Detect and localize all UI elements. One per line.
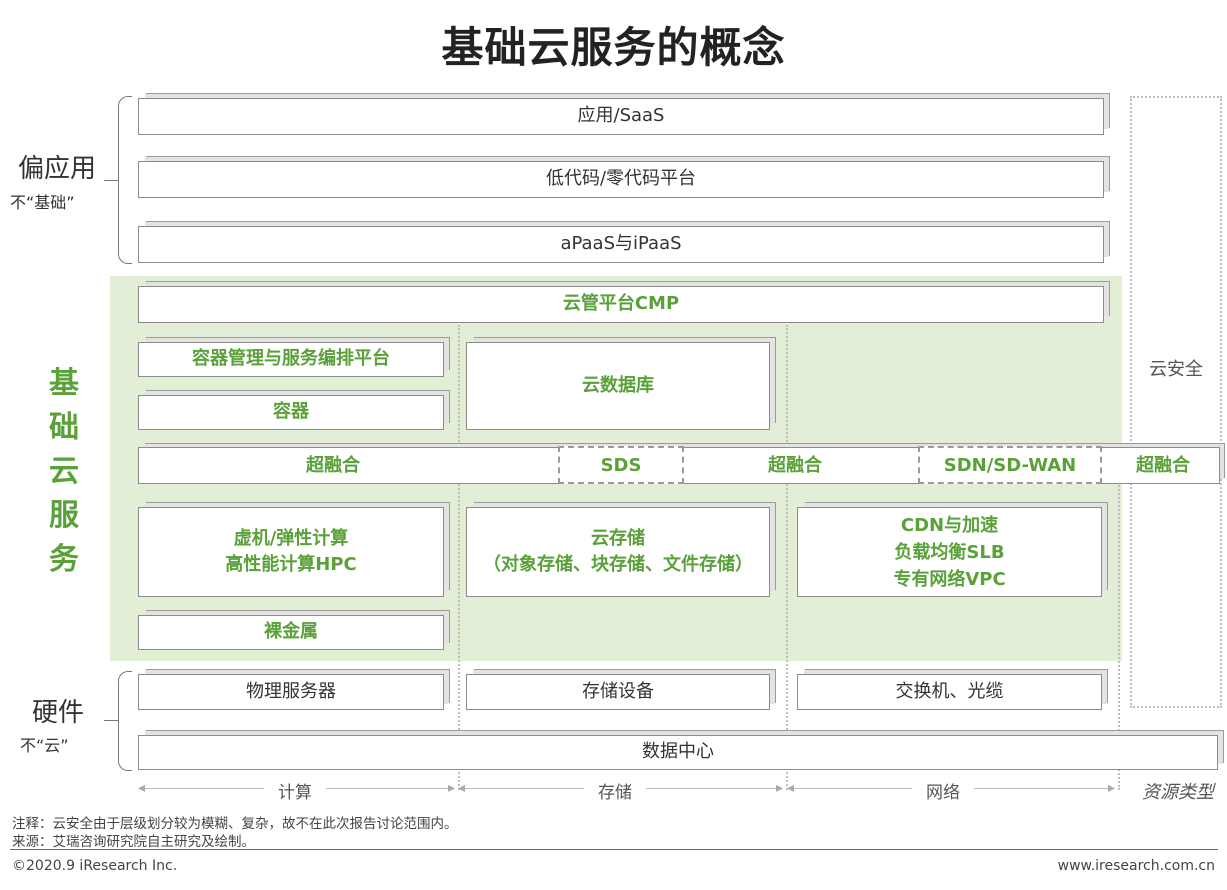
side-char-1: 基 — [49, 366, 79, 401]
vm-line-1: 虚机/弹性计算 — [233, 527, 349, 549]
arrow-right-icon: ▸ — [776, 780, 784, 796]
layer-lowcode: 低代码/零代码平台 — [138, 161, 1104, 198]
vm-line-2: 高性能计算HPC — [225, 554, 357, 575]
storage-line-1: 云存储 — [591, 527, 645, 549]
page-title: 基础云服务的概念 — [441, 23, 786, 72]
layer-apaas: aPaaS与iPaaS — [138, 226, 1104, 263]
hardware-bracket-tip — [104, 720, 118, 721]
note-text: 注释：云安全由于层级划分较为模糊、复杂，故不在此次报告讨论范围内。 — [12, 816, 458, 832]
side-char-2: 础 — [49, 410, 79, 445]
side-char-4: 服 — [49, 498, 79, 533]
storage-line-2: （对象存储、块存储、文件存储） — [483, 554, 753, 575]
arrow-right-icon: ▸ — [448, 780, 456, 796]
layer-datacenter: 数据中心 — [138, 735, 1218, 770]
hci-label-left: 超融合 — [306, 455, 360, 476]
side-label-application-sub: 不“基础” — [10, 193, 75, 212]
source-text: 来源：艾瑞咨询研究院自主研究及绘制。 — [12, 834, 255, 850]
cloud-security-column — [1130, 96, 1222, 708]
storage-network-divider — [786, 325, 788, 790]
net-line-3: 专有网络VPC — [893, 568, 1006, 590]
side-label-hardware: 硬件 — [32, 698, 85, 728]
layer-physical-server: 物理服务器 — [138, 674, 444, 710]
layer-saas: 应用/SaaS — [138, 98, 1104, 135]
side-label-basic-cloud: 基 础 云 服 务 — [44, 362, 84, 582]
layer-virtual-machine: 虚机/弹性计算 高性能计算HPC — [138, 507, 444, 597]
axis-label-compute: 计算 — [264, 778, 326, 803]
layer-container-management: 容器管理与服务编排平台 — [138, 342, 444, 377]
layer-cloud-storage: 云存储 （对象存储、块存储、文件存储） — [466, 507, 770, 597]
compute-storage-divider — [458, 325, 460, 790]
layer-switch: 交换机、光缆 — [797, 674, 1102, 710]
layer-network-services: CDN与加速 负载均衡SLB 专有网络VPC — [797, 507, 1102, 597]
net-line-1: CDN与加速 — [900, 514, 999, 536]
hardware-bracket — [118, 671, 132, 771]
axis-label-network: 网络 — [912, 778, 974, 803]
footer-copyright: ©2020.9 iResearch Inc. — [12, 858, 178, 874]
arrow-right-icon: ▸ — [1108, 780, 1116, 796]
application-bracket — [118, 96, 132, 264]
side-char-3: 云 — [49, 454, 79, 489]
footer-website: www.iresearch.com.cn — [1057, 858, 1215, 874]
layer-cmp: 云管平台CMP — [138, 286, 1104, 323]
arrow-left-icon: ◂ — [138, 780, 146, 796]
footer-divider — [10, 849, 1218, 850]
axis-label-resource-type: 资源类型 — [1142, 782, 1214, 803]
net-line-2: 负载均衡SLB — [894, 541, 1005, 563]
side-char-5: 务 — [49, 542, 79, 577]
sds-box: SDS — [558, 446, 684, 484]
arrow-left-icon: ◂ — [787, 780, 795, 796]
arrow-left-icon: ◂ — [458, 780, 466, 796]
layer-storage-device: 存储设备 — [466, 674, 770, 710]
layer-bare-metal: 裸金属 — [138, 615, 444, 650]
hci-label-middle: 超融合 — [768, 455, 822, 476]
layer-container: 容器 — [138, 395, 444, 430]
sdn-box: SDN/SD-WAN — [918, 446, 1102, 484]
hci-label-right: 超融合 — [1136, 455, 1190, 476]
layer-cloud-database: 云数据库 — [466, 342, 770, 430]
application-bracket-tip — [104, 180, 118, 181]
cloud-security-label: 云安全 — [1149, 359, 1203, 380]
side-label-hardware-sub: 不“云” — [20, 736, 69, 755]
side-label-application: 偏应用 — [18, 154, 97, 184]
axis-label-storage: 存储 — [584, 778, 646, 803]
